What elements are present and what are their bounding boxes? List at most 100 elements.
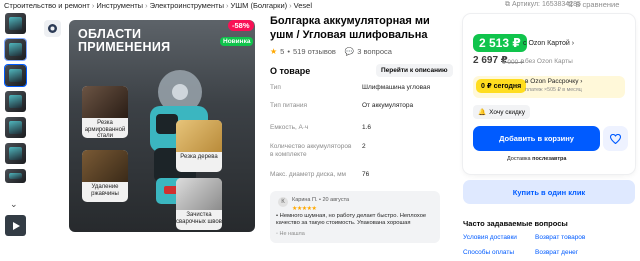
product-title: Болгарка аккумуляторная мини ушм / Углов… [270,14,430,42]
image-caption: ОБЛАСТИ ПРИМЕНЕНИЯ [78,27,171,54]
spec-key: Макс. диаметр диска, мм [270,171,347,178]
review-useful-label: Не нашла [279,231,305,237]
thumbnail-image [9,147,22,160]
feature-label: Резка дерева [180,154,218,160]
feature-tile: Резка армированной стали [82,86,128,138]
thumbnail-list [4,13,29,188]
feature-image [176,120,222,152]
breadcrumb-item[interactable]: Vesel [294,1,312,10]
feature-tile: Резка дерева [176,120,222,172]
review-text: • Немного шумная, но работу делает быстр… [276,213,438,227]
chevron-down-icon[interactable]: ⌄ [10,199,18,210]
installment-subtitle: платеж ×505 ₽ в месяц [525,87,582,93]
rating-value: 5 [280,47,285,56]
spec-value[interactable]: Шлифмашина угловая [362,84,430,92]
feature-label: Удаление ржавчины [91,184,119,197]
breadcrumb-item[interactable]: Строительство и ремонт [4,1,90,10]
breadcrumb-item[interactable]: Электроинструменты [150,1,224,10]
play-icon [12,221,20,230]
delivery-info: Доставка послезавтра [507,156,566,162]
spec-key: Тип [270,84,281,91]
favorite-button[interactable] [603,126,628,151]
ozon-card-label: с Ozon Картой › [523,40,574,47]
thumbnail-image [9,95,22,108]
faq-link[interactable]: Способы оплаты [463,249,514,256]
novelty-badge: Новинка [220,37,254,46]
thumbnail-selected[interactable] [4,64,27,87]
review-useful[interactable]: ◦ Не нашла [276,231,305,237]
brand-icon [48,24,57,33]
separator-dot: • [287,47,290,56]
compare-label: В сравнение [575,0,620,9]
buy-one-click-button[interactable]: Купить в один клик [463,180,635,204]
chat-icon: 💬 [344,47,355,56]
chevron-right-icon: › [580,78,583,85]
thumbnail-image [9,17,22,30]
questions-link[interactable]: 3 вопроса [357,47,392,56]
product-title-line: ушм / Угловая шлифовальна [270,29,428,41]
thumbnail[interactable] [4,38,27,61]
discount-badge: -58% [228,20,254,31]
thumbnail[interactable] [5,143,26,164]
thumbnail-image [9,69,22,82]
compare-icon: ⇅ [567,0,574,9]
want-discount-label: Хочу скидку [489,108,525,116]
review-meta: Карина П. • 20 августа [292,197,349,203]
feature-image [176,178,222,210]
installment-title: в Ozon Рассрочку › [525,78,582,85]
want-discount-button[interactable]: 🔔 Хочу скидку [473,105,530,119]
goto-description-button[interactable]: Перейти к описанию [376,64,453,77]
thumbnail-image [9,173,22,179]
breadcrumb-item[interactable]: УШМ (Болгарки) [230,1,287,10]
product-title-line: Болгарка аккумуляторная мини [270,15,430,27]
old-price: 6 000 ₽ [502,59,525,66]
installment-title-text: в Ozon Рассрочку [525,78,579,85]
price-with-card: 2 513 ₽ [473,34,527,52]
spec-key: Количество аккумуляторов в комплекте [270,143,352,158]
review-author: Карина П. [292,197,318,203]
feature-label: Резка армированной стали [84,120,126,138]
review-stars: ★★★★★ [292,206,317,212]
heart-icon [610,133,621,144]
breadcrumb-item[interactable]: Инструменты [96,1,143,10]
add-to-cart-button[interactable]: Добавить в корзину [473,126,600,151]
spec-value: От аккумулятора [362,102,414,109]
review-date: 20 августа [322,197,350,203]
rating-row: ★ 5 • 519 отзывов 💬 3 вопроса [270,47,392,56]
feature-tile: Зачистка сварочных швов [176,178,222,230]
installment-chip: 0 ₽ сегодня [476,79,527,93]
no-card-label: без Ozon Карты [525,58,573,65]
thumbnail[interactable] [5,169,26,183]
faq-link[interactable]: Возврат товаров [535,234,585,241]
about-heading: О товаре [270,66,311,76]
reviews-link[interactable]: 519 отзывов [293,47,336,56]
video-thumbnail[interactable] [5,215,26,236]
feature-tile: Удаление ржавчины [82,150,128,202]
thumbnail[interactable] [5,91,26,112]
feature-label: Зачистка сварочных швов [176,212,222,225]
faq-link[interactable]: Возврат денег [535,249,578,256]
faq-heading: Часто задаваемые вопросы [463,219,568,228]
thumbnail-image [9,121,22,134]
compare-button[interactable]: ⇅ В сравнение [567,0,619,9]
review-text-content: Немного шумная, но работу делает быстро.… [276,213,427,226]
thumbnail[interactable] [5,117,26,138]
feature-image [82,150,128,182]
thumbnail-image [9,43,22,56]
faq-link[interactable]: Условия доставки [463,234,517,241]
thumb-icon: ◦ [276,231,278,237]
spec-value: 1.6 [362,124,372,131]
chevron-right-icon[interactable]: › [572,40,574,47]
bullet-icon: • [276,213,279,219]
spec-value: 76 [362,171,370,178]
delivery-label: Доставка [507,156,531,162]
spec-key: Тип питания [270,102,308,109]
thumbnail[interactable] [5,13,26,34]
bell-icon: 🔔 [478,109,487,116]
star-icon: ★ [270,47,278,56]
spec-value: 2 [362,143,366,150]
separator-dot: • [319,197,321,203]
brand-logo[interactable] [44,20,61,37]
spec-key: Емкость, А·ч [270,124,309,131]
feature-image [82,86,128,118]
